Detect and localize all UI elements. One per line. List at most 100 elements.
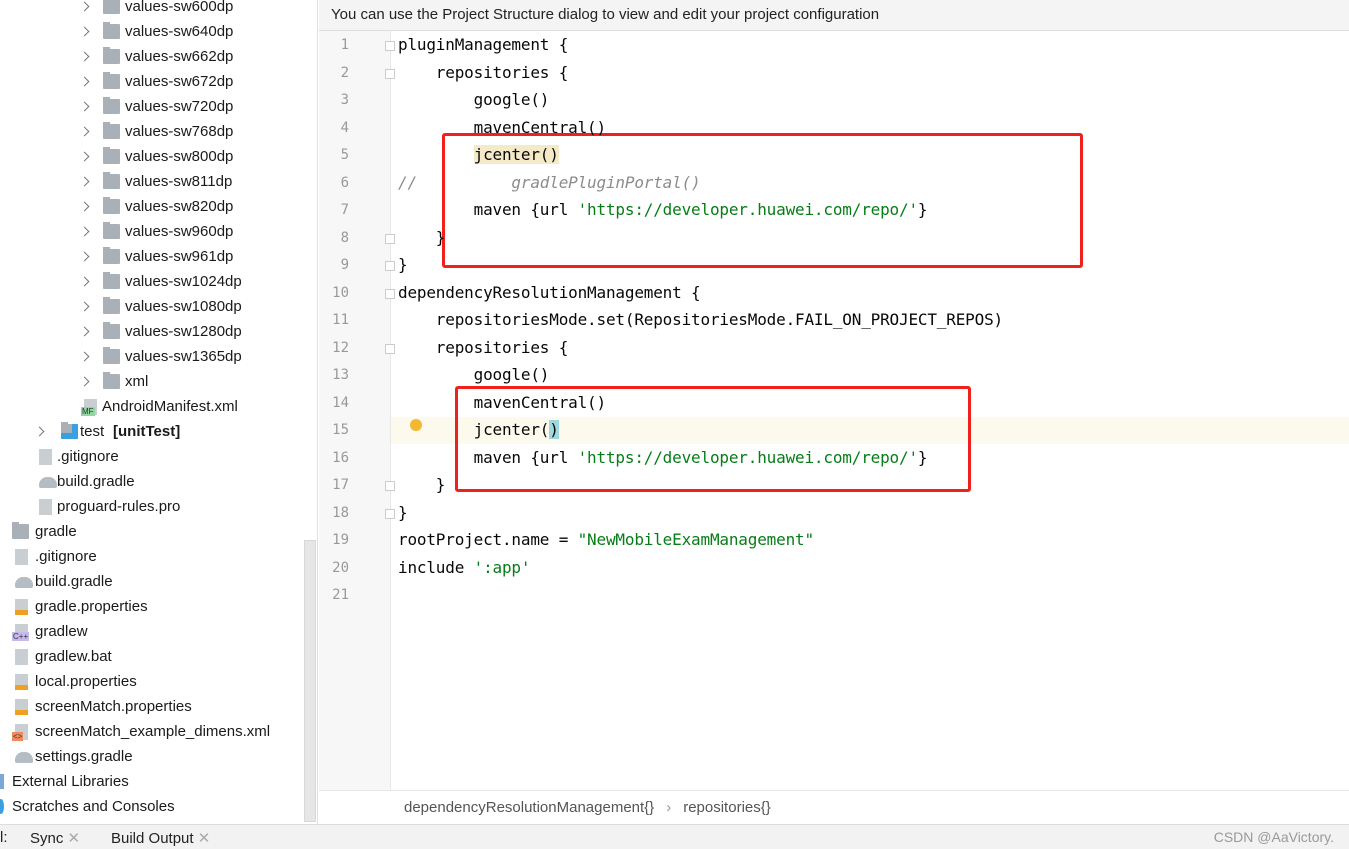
code-line[interactable]: } xyxy=(398,228,446,247)
tree-item[interactable]: values-sw1280dp xyxy=(0,319,317,344)
chevron-right-icon[interactable] xyxy=(79,201,90,212)
sidebar-scrollbar[interactable] xyxy=(304,540,316,822)
tree-item[interactable]: values-sw1024dp xyxy=(0,269,317,294)
tree-item[interactable]: build.gradle xyxy=(0,569,317,594)
code-line[interactable]: pluginManagement { xyxy=(398,35,568,54)
chevron-right-icon[interactable] xyxy=(79,351,90,362)
chevron-right-icon[interactable] xyxy=(79,101,90,112)
tree-item[interactable]: values-sw768dp xyxy=(0,119,317,144)
code-line[interactable]: repositories { xyxy=(398,63,569,82)
chevron-right-icon[interactable] xyxy=(79,251,90,262)
chevron-right-icon[interactable] xyxy=(79,126,90,137)
code-line[interactable]: // gradlePluginPortal() xyxy=(398,173,701,192)
chevron-right-icon[interactable] xyxy=(79,1,90,12)
chevron-right-icon[interactable] xyxy=(79,376,90,387)
tree-item[interactable]: local.properties xyxy=(0,669,317,694)
tree-item[interactable]: MF AndroidManifest.xml xyxy=(0,394,317,419)
text-icon xyxy=(39,499,52,515)
tree-item-label: values-sw820dp xyxy=(125,198,234,215)
chevron-right-icon[interactable] xyxy=(79,151,90,162)
fold-marker-icon[interactable] xyxy=(385,41,395,51)
chevron-right-icon[interactable] xyxy=(79,276,90,287)
code-line[interactable]: dependencyResolutionManagement { xyxy=(398,283,701,302)
code-line[interactable]: google() xyxy=(398,90,550,109)
fold-marker-icon[interactable] xyxy=(385,233,395,244)
line-number: 8 xyxy=(340,229,349,246)
line-number: 18 xyxy=(332,504,349,521)
chevron-right-icon[interactable] xyxy=(34,426,45,437)
chevron-right-icon[interactable] xyxy=(79,226,90,237)
fold-marker-icon[interactable] xyxy=(385,481,395,491)
fold-marker-icon[interactable] xyxy=(385,508,395,519)
tree-item[interactable]: values-sw800dp xyxy=(0,144,317,169)
code-line[interactable]: repositories { xyxy=(398,338,569,357)
tab-sync[interactable]: Sync ✕ xyxy=(30,829,80,847)
tree-item[interactable]: <> screenMatch_example_dimens.xml xyxy=(0,719,317,744)
tree-item[interactable]: values-sw720dp xyxy=(0,94,317,119)
code-line[interactable]: jcenter() xyxy=(398,420,559,439)
tree-item[interactable]: xml xyxy=(0,369,317,394)
code-token: mavenCentral() xyxy=(398,392,607,412)
project-structure-banner[interactable]: You can use the Project Structure dialog… xyxy=(319,0,1349,31)
tab-build-output[interactable]: Build Output ✕ xyxy=(111,829,210,847)
tree-item[interactable]: gradle xyxy=(0,519,317,544)
code-line[interactable]: mavenCentral() xyxy=(398,118,607,137)
breadcrumb-item[interactable]: dependencyResolutionManagement{} xyxy=(404,799,654,816)
gradle-icon xyxy=(15,577,33,588)
tree-item[interactable]: screenMatch.properties xyxy=(0,694,317,719)
tree-item[interactable]: .gitignore xyxy=(0,444,317,469)
tree-item[interactable]: External Libraries xyxy=(0,769,317,794)
tree-item[interactable]: values-sw1080dp xyxy=(0,294,317,319)
close-icon[interactable]: ✕ xyxy=(68,830,81,847)
fold-marker-icon[interactable] xyxy=(385,261,395,271)
folder-icon xyxy=(103,147,120,164)
fold-marker-icon[interactable] xyxy=(385,343,395,354)
folder-icon xyxy=(103,247,120,264)
chevron-right-icon[interactable] xyxy=(79,176,90,187)
code-line[interactable]: rootProject.name = "NewMobileExamManagem… xyxy=(398,530,814,549)
tree-item[interactable]: values-sw820dp xyxy=(0,194,317,219)
tree-item[interactable]: values-sw960dp xyxy=(0,219,317,244)
tree-item[interactable]: gradlew.bat xyxy=(0,644,317,669)
code-line[interactable]: mavenCentral() xyxy=(398,392,607,412)
line-number: 7 xyxy=(340,202,349,218)
tree-item[interactable]: values-sw640dp xyxy=(0,19,317,44)
fold-marker-icon[interactable] xyxy=(385,288,395,299)
line-number: 21 xyxy=(332,587,349,603)
fold-marker-icon[interactable] xyxy=(385,68,395,79)
tree-item[interactable]: values-sw961dp xyxy=(0,244,317,269)
tree-item[interactable]: Scratches and Consoles xyxy=(0,794,317,819)
tree-item[interactable]: test [unitTest] xyxy=(0,419,317,444)
chevron-right-icon[interactable] xyxy=(79,326,90,337)
tree-item[interactable]: settings.gradle xyxy=(0,744,317,769)
code-line[interactable]: repositoriesMode.set(RepositoriesMode.FA… xyxy=(398,310,1003,329)
tree-item[interactable]: build.gradle xyxy=(0,469,317,494)
code-line[interactable]: google() xyxy=(398,365,550,384)
tree-item-label: gradlew.bat xyxy=(35,648,112,665)
tree-item[interactable]: C++ gradlew xyxy=(0,619,317,644)
tree-item[interactable]: values-sw1365dp xyxy=(0,344,317,369)
code-line[interactable]: } xyxy=(398,503,408,522)
breadcrumb-item[interactable]: repositories{} xyxy=(683,799,771,816)
code-line[interactable]: include ':app' xyxy=(398,558,531,577)
tree-item[interactable]: values-sw662dp xyxy=(0,44,317,69)
tree-item[interactable]: gradle.properties xyxy=(0,594,317,619)
tree-item-label: values-sw800dp xyxy=(125,148,234,165)
chevron-right-icon[interactable] xyxy=(79,301,90,312)
tree-item[interactable]: values-sw672dp xyxy=(0,69,317,94)
code-line[interactable]: } xyxy=(398,475,446,494)
chevron-right-icon[interactable] xyxy=(79,76,90,87)
close-icon[interactable]: ✕ xyxy=(198,830,211,847)
tree-item[interactable]: .gitignore xyxy=(0,544,317,569)
tree-item[interactable]: values-sw811dp xyxy=(0,169,317,194)
code-line[interactable]: maven {url 'https://developer.huawei.com… xyxy=(398,200,928,219)
tree-item-label: test xyxy=(80,423,105,440)
code-line[interactable]: maven {url 'https://developer.huawei.com… xyxy=(398,448,928,467)
code-line[interactable]: } xyxy=(398,255,408,274)
code-token: 'https://developer.huawei.com/repo/' xyxy=(577,200,918,219)
code-line[interactable]: jcenter() xyxy=(398,145,559,164)
tree-item[interactable]: proguard-rules.pro xyxy=(0,494,317,519)
tree-item[interactable]: values-sw600dp xyxy=(0,0,317,19)
chevron-right-icon[interactable] xyxy=(79,51,90,62)
chevron-right-icon[interactable] xyxy=(79,26,90,37)
